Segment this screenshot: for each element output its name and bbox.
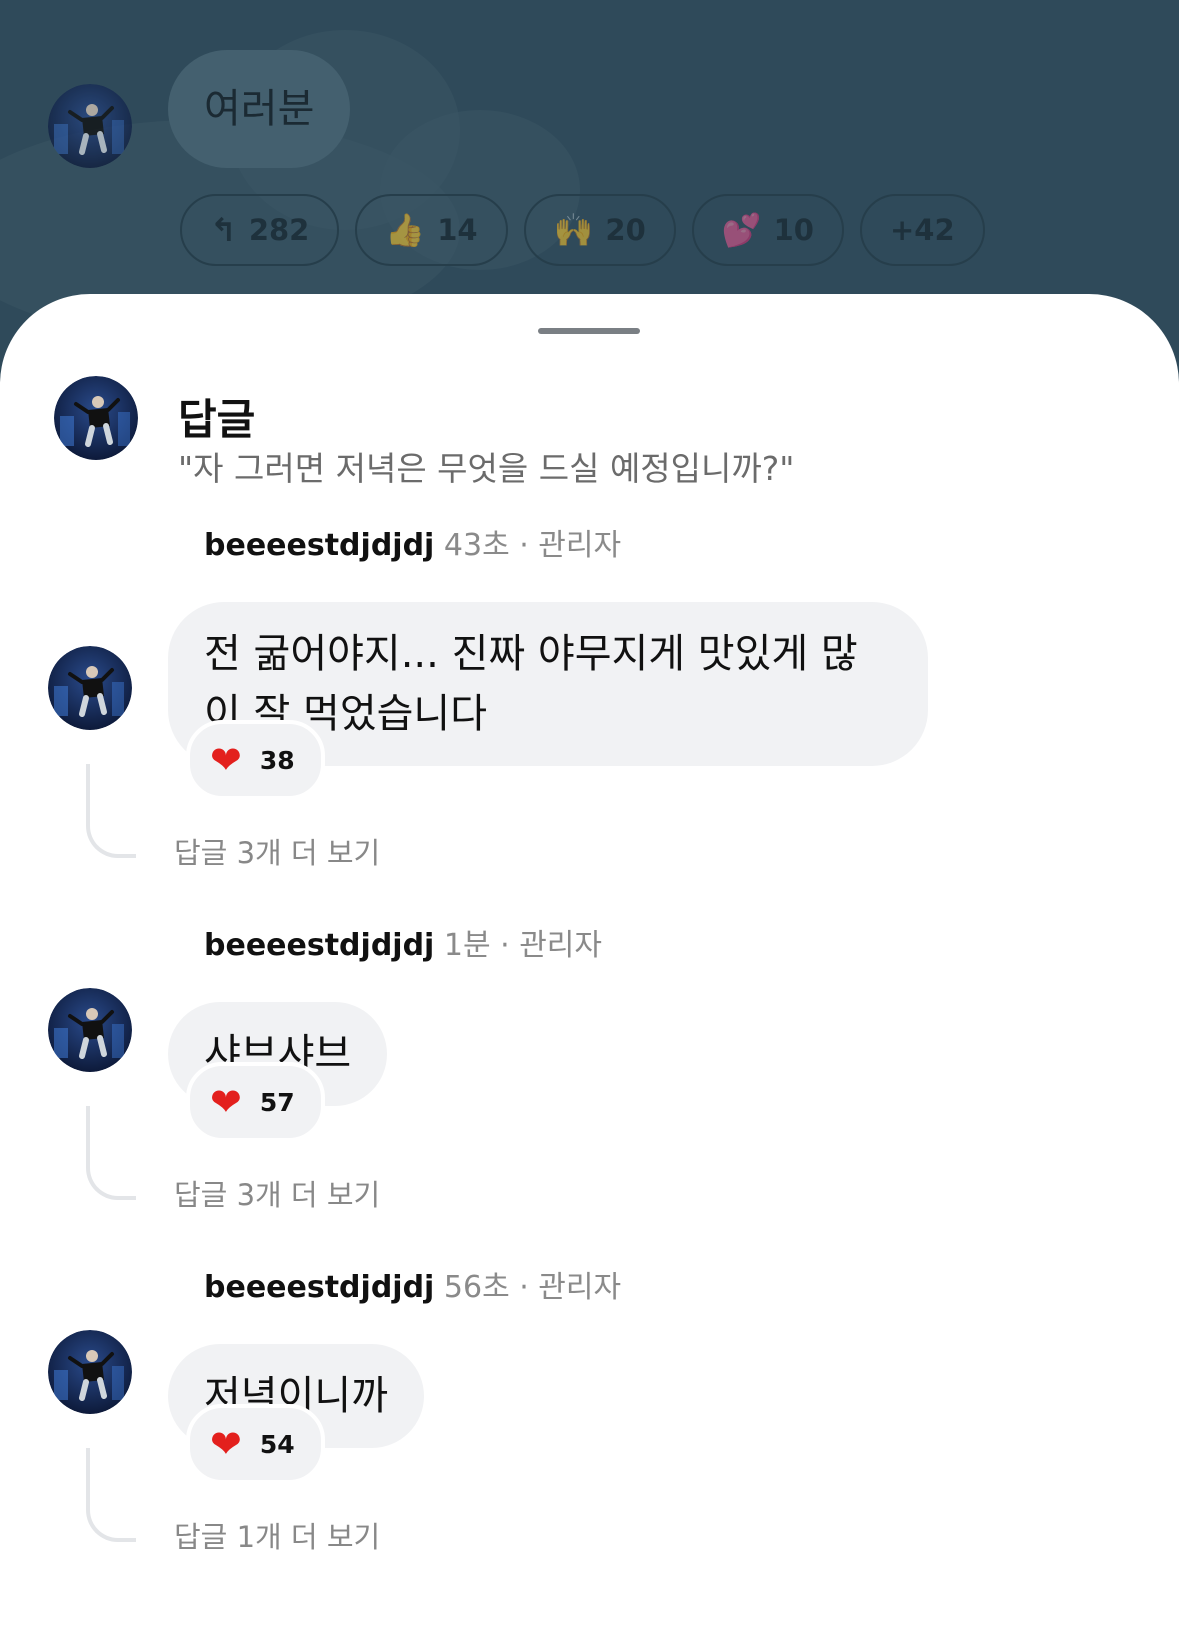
reply-meta: beeeestdjdjdj 43초 · 관리자 bbox=[204, 520, 621, 564]
reply-count-button[interactable]: ↰ 282 bbox=[180, 194, 340, 266]
post-background: 여러분 ↰ 282 👍 14 🙌 20 💕 10 +42 bbox=[0, 0, 1179, 340]
reply-icon: ↰ bbox=[210, 211, 237, 249]
thumbs-up-count: 14 bbox=[437, 213, 478, 247]
post-author-avatar[interactable] bbox=[48, 84, 132, 168]
thread-line bbox=[86, 1106, 136, 1200]
raised-hands-reaction[interactable]: 🙌 20 bbox=[523, 194, 676, 266]
quoted-message: "자 그러면 저녁은 무엇을 드실 예정입니까?" bbox=[178, 449, 795, 488]
reply-avatar[interactable] bbox=[48, 988, 132, 1072]
reply-meta: beeeestdjdjdj 1분 · 관리자 bbox=[204, 920, 602, 964]
reply-username[interactable]: beeeestdjdjdj bbox=[204, 928, 434, 963]
reply-avatar[interactable] bbox=[48, 1330, 132, 1414]
reply-time: 1분 bbox=[443, 928, 491, 963]
view-more-replies-link[interactable]: 답글 3개 더 보기 bbox=[174, 830, 380, 872]
thumbs-up-icon: 👍 bbox=[385, 211, 426, 249]
post-reaction-bar: ↰ 282 👍 14 🙌 20 💕 10 +42 bbox=[180, 194, 985, 266]
two-hearts-count: 10 bbox=[773, 213, 814, 247]
raised-hands-count: 20 bbox=[605, 213, 646, 247]
like-reaction[interactable]: ❤ 38 bbox=[186, 720, 325, 800]
thumbs-up-reaction[interactable]: 👍 14 bbox=[355, 194, 508, 266]
reply-role: · 관리자 bbox=[500, 928, 602, 963]
sheet-drag-handle[interactable] bbox=[538, 328, 640, 334]
reply-time: 43초 bbox=[443, 528, 510, 563]
heart-icon: ❤ bbox=[210, 738, 242, 782]
reply-count: 282 bbox=[248, 213, 310, 247]
two-hearts-icon: 💕 bbox=[721, 211, 762, 249]
like-reaction[interactable]: ❤ 54 bbox=[186, 1404, 325, 1484]
view-more-replies-link[interactable]: 답글 1개 더 보기 bbox=[174, 1514, 380, 1556]
reply-username[interactable]: beeeestdjdjdj bbox=[204, 1270, 434, 1305]
header-avatar[interactable] bbox=[54, 376, 138, 460]
more-reactions-button[interactable]: +42 bbox=[859, 194, 985, 266]
two-hearts-reaction[interactable]: 💕 10 bbox=[691, 194, 844, 266]
more-reactions-count: +42 bbox=[889, 213, 955, 247]
reply-role: · 관리자 bbox=[519, 1270, 622, 1305]
thread-line bbox=[86, 1448, 136, 1542]
heart-icon: ❤ bbox=[210, 1422, 242, 1466]
raised-hands-icon: 🙌 bbox=[553, 211, 594, 249]
reply-avatar[interactable] bbox=[48, 646, 132, 730]
reply-meta: beeeestdjdjdj 56초 · 관리자 bbox=[204, 1262, 621, 1306]
view-more-replies-link[interactable]: 답글 3개 더 보기 bbox=[174, 1172, 380, 1214]
like-count: 38 bbox=[259, 745, 295, 775]
sheet-title: 답글 bbox=[178, 395, 256, 444]
like-count: 57 bbox=[259, 1087, 295, 1117]
post-message-bubble: 여러분 bbox=[168, 50, 351, 168]
thread-line bbox=[86, 764, 136, 858]
reply-role: · 관리자 bbox=[519, 528, 622, 563]
like-reaction[interactable]: ❤ 57 bbox=[186, 1062, 325, 1142]
like-count: 54 bbox=[259, 1429, 295, 1459]
reply-username[interactable]: beeeestdjdjdj bbox=[204, 528, 434, 563]
heart-icon: ❤ bbox=[210, 1080, 242, 1124]
replies-sheet: 답글 "자 그러면 저녁은 무엇을 드실 예정입니까?" beeeestdjdj… bbox=[0, 294, 1179, 1648]
reply-time: 56초 bbox=[443, 1270, 510, 1305]
